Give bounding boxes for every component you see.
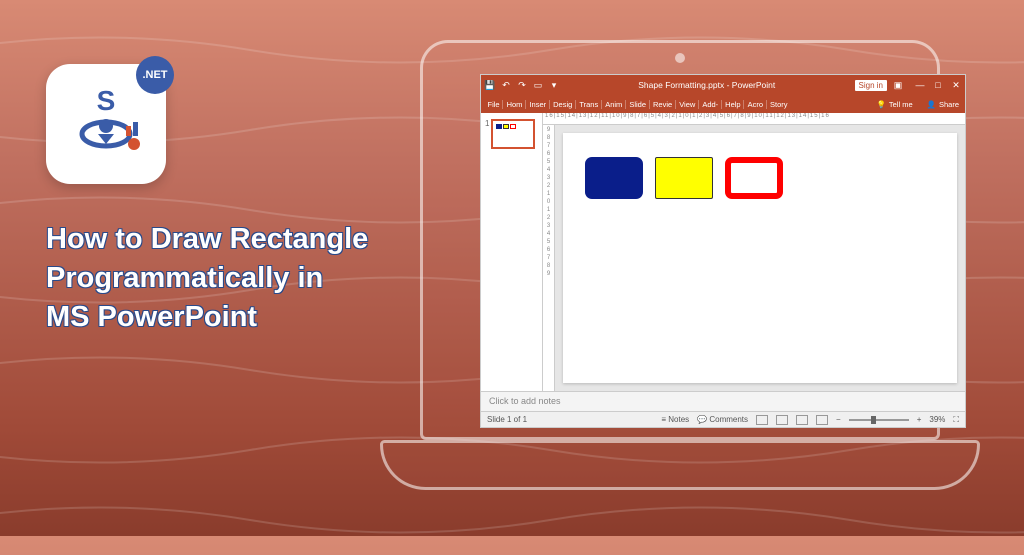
- reading-view-icon[interactable]: [796, 415, 808, 425]
- laptop-frame: 💾 ↶ ↷ ▭ ▾ Shape Formatting.pptx - PowerP…: [380, 40, 980, 500]
- tab-transitions[interactable]: Trans: [577, 100, 602, 109]
- slideshow-view-icon[interactable]: [816, 415, 828, 425]
- tab-addins[interactable]: Add-: [700, 100, 722, 109]
- tab-slideshow[interactable]: Slide: [627, 100, 650, 109]
- slide-thumbnail-pane: 1: [481, 113, 543, 391]
- net-badge: .NET: [136, 56, 174, 94]
- maximize-icon[interactable]: □: [933, 80, 943, 91]
- yellow-rectangle-shape[interactable]: [655, 157, 713, 199]
- share-label[interactable]: Share: [939, 100, 959, 109]
- notes-toggle[interactable]: ≡ Notes: [661, 415, 689, 424]
- window-title: Shape Formatting.pptx - PowerPoint: [565, 80, 849, 90]
- tab-review[interactable]: Revie: [651, 100, 676, 109]
- page-headline: How to Draw Rectangle Programmatically i…: [46, 220, 368, 337]
- tab-help[interactable]: Help: [723, 100, 744, 109]
- ruler-vertical: 987 654 321 012 345 678 9: [543, 125, 555, 391]
- tab-design[interactable]: Desig: [551, 100, 576, 109]
- fit-window-icon[interactable]: ⛶: [953, 415, 959, 425]
- statusbar: Slide 1 of 1 ≡ Notes 💬 Comments − + 39% …: [481, 411, 965, 427]
- tab-animations[interactable]: Anim: [603, 100, 626, 109]
- zoom-out-icon[interactable]: −: [836, 415, 841, 424]
- qat-more-icon[interactable]: ▾: [549, 80, 559, 91]
- zoom-slider[interactable]: [849, 419, 909, 421]
- share-icon[interactable]: 👤: [927, 100, 936, 109]
- camera-icon: [675, 53, 685, 63]
- tab-storyboard[interactable]: Story: [768, 100, 791, 109]
- tab-file[interactable]: File: [485, 100, 503, 109]
- titlebar: 💾 ↶ ↷ ▭ ▾ Shape Formatting.pptx - PowerP…: [481, 75, 965, 95]
- undo-icon[interactable]: ↶: [501, 80, 511, 91]
- slide-counter: Slide 1 of 1: [487, 415, 527, 424]
- tab-acrobat[interactable]: Acro: [745, 100, 766, 109]
- close-icon[interactable]: ✕: [951, 80, 961, 91]
- tab-insert[interactable]: Inser: [527, 100, 550, 109]
- sign-in-button[interactable]: Sign in: [855, 80, 887, 91]
- tellme-label[interactable]: Tell me: [889, 100, 913, 109]
- thumb-number: 1: [485, 119, 489, 128]
- comments-toggle[interactable]: 💬 Comments: [697, 415, 748, 424]
- tellme-icon[interactable]: 💡: [877, 100, 886, 109]
- ribbon-options-icon[interactable]: ▣: [893, 80, 903, 91]
- powerpoint-window: 💾 ↶ ↷ ▭ ▾ Shape Formatting.pptx - PowerP…: [481, 75, 965, 427]
- zoom-in-icon[interactable]: +: [917, 415, 922, 424]
- redo-icon[interactable]: ↷: [517, 80, 527, 91]
- normal-view-icon[interactable]: [756, 415, 768, 425]
- logo-letter: S: [97, 85, 116, 116]
- start-slideshow-icon[interactable]: ▭: [533, 80, 543, 91]
- ruler-horizontal: 16|15|14|13|12|11|10|9|8|7|6|5|4|3|2|1|0…: [543, 113, 965, 125]
- slide-thumbnail[interactable]: 1: [485, 119, 538, 149]
- notes-pane[interactable]: Click to add notes: [481, 391, 965, 411]
- save-icon[interactable]: 💾: [485, 80, 495, 91]
- logo-card: .NET S: [46, 64, 166, 184]
- tab-view[interactable]: View: [677, 100, 699, 109]
- zoom-percent[interactable]: 39%: [929, 415, 945, 424]
- red-outline-rectangle-shape[interactable]: [725, 157, 783, 199]
- logo-icon: S: [66, 84, 146, 164]
- minimize-icon[interactable]: —: [915, 80, 925, 91]
- slide-canvas[interactable]: [563, 133, 957, 383]
- ribbon-tabs: File Hom Inser Desig Trans Anim Slide Re…: [481, 95, 965, 113]
- sorter-view-icon[interactable]: [776, 415, 788, 425]
- tab-home[interactable]: Hom: [504, 100, 526, 109]
- blue-rectangle-shape[interactable]: [585, 157, 643, 199]
